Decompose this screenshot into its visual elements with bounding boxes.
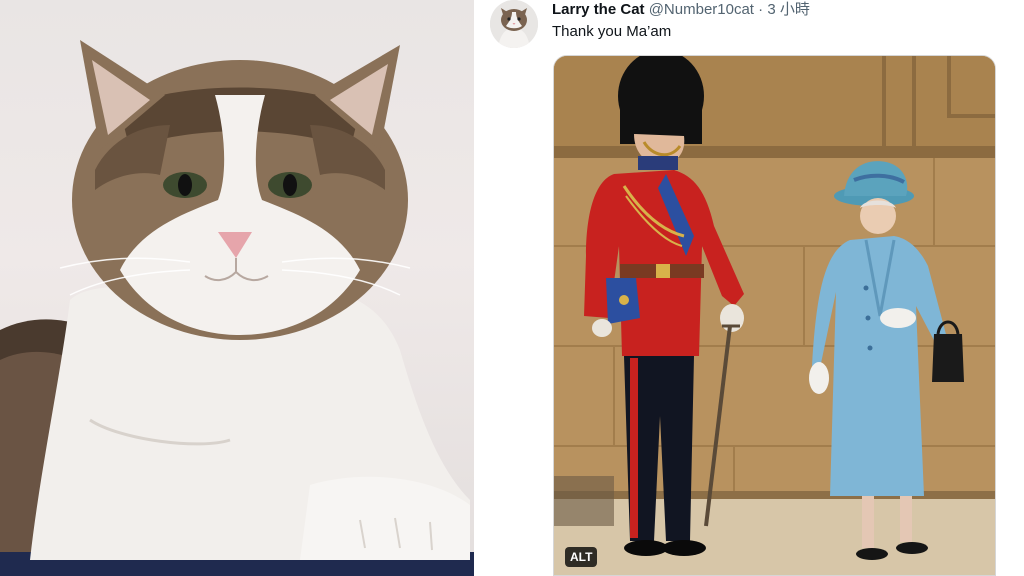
header-separator: ·: [758, 1, 764, 18]
royal-guard-and-queen-photo-icon: [554, 56, 995, 575]
user-handle[interactable]: @Number10cat: [649, 1, 754, 18]
alt-text-button[interactable]: ALT: [565, 547, 598, 567]
display-name[interactable]: Larry the Cat: [552, 1, 645, 18]
avatar[interactable]: [490, 0, 538, 48]
tweet[interactable]: Larry the Cat @Number10cat · 3 小時 Thank …: [480, 0, 1024, 576]
cat-photo: [0, 0, 474, 576]
tweet-timestamp[interactable]: 3 小時: [767, 1, 810, 18]
tweet-text: Thank you Ma’am: [552, 23, 672, 40]
tweet-media[interactable]: ALT: [553, 55, 996, 576]
tweet-header: Larry the Cat @Number10cat · 3 小時: [552, 0, 810, 20]
cat-photo-icon: [0, 40, 474, 576]
cat-avatar-icon: [490, 0, 538, 48]
